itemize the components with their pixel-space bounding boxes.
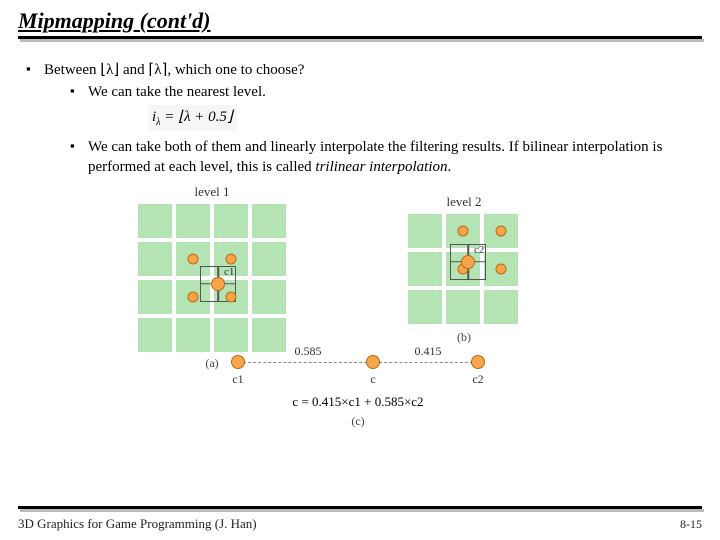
weight-2: 0.415 bbox=[415, 344, 442, 359]
sub-bullet-trilinear-em: trilinear interpolation bbox=[315, 159, 447, 175]
interp-line: 0.585 0.415 c1 c c2 bbox=[228, 344, 488, 384]
interp-dot-c bbox=[366, 355, 380, 369]
caption-b: (b) bbox=[408, 330, 520, 345]
figure-interp: 0.585 0.415 c1 c c2 c = 0.415×c1 + 0.585… bbox=[228, 344, 488, 429]
title-rule bbox=[18, 36, 702, 42]
texel-dot bbox=[226, 253, 237, 264]
footer-text: 3D Graphics for Game Programming (J. Han… bbox=[18, 516, 257, 532]
figure-level2: level 2 c2 (b) bbox=[408, 194, 520, 345]
sub-bullet-trilinear-suffix: . bbox=[448, 159, 452, 175]
c2-label: c2 bbox=[474, 244, 484, 256]
figure-area: level 1 c1 (a) level 2 bbox=[18, 184, 702, 434]
texel-dot bbox=[226, 291, 237, 302]
texel-dot bbox=[496, 225, 507, 236]
caption-c: (c) bbox=[228, 414, 488, 429]
sub-bullet-nearest: We can take the nearest level. iλ = ⌊λ +… bbox=[70, 82, 702, 131]
formula-nearest: iλ = ⌊λ + 0.5⌋ bbox=[148, 105, 237, 132]
grid-3x3: c2 bbox=[408, 214, 520, 326]
level1-label: level 1 bbox=[138, 184, 286, 200]
interp-label-c2: c2 bbox=[472, 372, 483, 387]
sub-bullet-list: We can take the nearest level. iλ = ⌊λ +… bbox=[44, 82, 702, 177]
figure-level1: level 1 c1 (a) bbox=[138, 184, 286, 371]
bullet-main: Between ⌊λ⌋ and ⌈λ⌉, which one to choose… bbox=[26, 60, 702, 178]
sample-dot-c1 bbox=[211, 277, 225, 291]
sample-dot-c2 bbox=[461, 255, 475, 269]
grid-4x4: c1 bbox=[138, 204, 286, 352]
bullet-main-text: Between ⌊λ⌋ and ⌈λ⌉, which one to choose… bbox=[44, 62, 304, 78]
texel-dot bbox=[458, 225, 469, 236]
texel-dot bbox=[188, 291, 199, 302]
bullet-list: Between ⌊λ⌋ and ⌈λ⌉, which one to choose… bbox=[18, 60, 702, 178]
sub-bullet-trilinear: We can take both of them and linearly in… bbox=[70, 137, 702, 178]
page-number: 8-15 bbox=[680, 517, 702, 532]
interp-dot-c1 bbox=[231, 355, 245, 369]
interp-formula: c = 0.415×c1 + 0.585×c2 bbox=[228, 394, 488, 410]
formula-nearest-row: iλ = ⌊λ + 0.5⌋ bbox=[88, 105, 702, 132]
slide-container: Mipmapping (cont'd) Between ⌊λ⌋ and ⌈λ⌉,… bbox=[0, 0, 720, 540]
interp-label-c: c bbox=[370, 372, 375, 387]
texel-dot bbox=[496, 263, 507, 274]
slide-title: Mipmapping (cont'd) bbox=[18, 8, 702, 34]
level2-label: level 2 bbox=[408, 194, 520, 210]
interp-label-c1: c1 bbox=[232, 372, 243, 387]
interp-dot-c2 bbox=[471, 355, 485, 369]
c1-label: c1 bbox=[224, 266, 234, 278]
sub-bullet-nearest-text: We can take the nearest level. bbox=[88, 84, 266, 100]
footer-rule bbox=[18, 506, 702, 512]
weight-1: 0.585 bbox=[295, 344, 322, 359]
texel-dot bbox=[188, 253, 199, 264]
